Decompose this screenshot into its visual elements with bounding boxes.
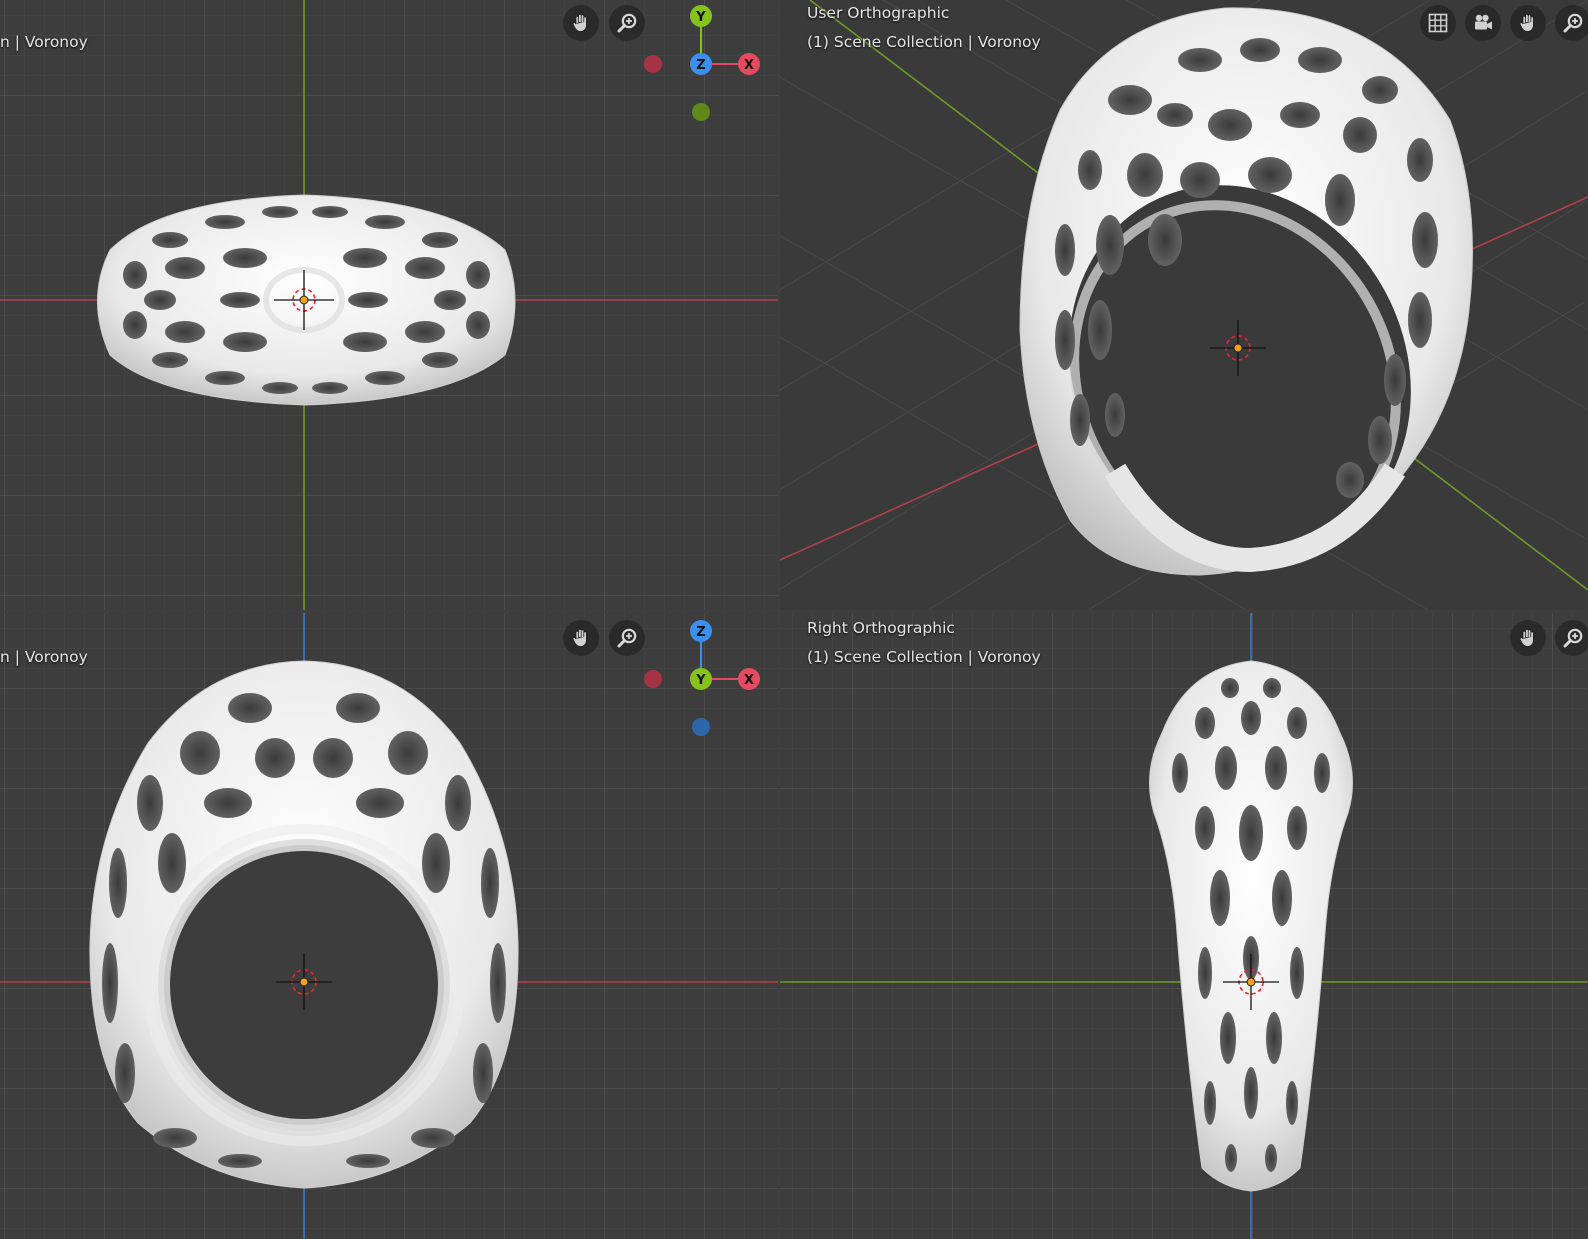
viewport-view-label: Right Orthographic xyxy=(807,619,955,637)
svg-text:Y: Y xyxy=(695,673,706,688)
navigation-gizmo[interactable]: Y Z X xyxy=(0,0,778,140)
viewport-view-label: User Orthographic xyxy=(807,4,950,22)
gizmo-z-axis[interactable]: Z xyxy=(690,620,712,642)
gizmo-neg-x[interactable] xyxy=(644,55,662,73)
gizmo-x-axis[interactable]: X xyxy=(738,53,760,75)
toggle-grid-button[interactable] xyxy=(1420,5,1456,41)
ring-mesh-side-view xyxy=(1149,660,1353,1192)
viewport-user-ortho[interactable]: User Orthographic (1) Scene Collection |… xyxy=(780,0,1588,610)
hand-icon xyxy=(1519,13,1534,32)
viewport-front[interactable]: n | Voronoy Z Y X xyxy=(0,613,778,1239)
viewport-top[interactable]: n | Voronoy Y Z X xyxy=(0,0,778,610)
magnifier-plus-icon xyxy=(1563,13,1583,33)
gizmo-z-axis[interactable]: Z xyxy=(690,53,712,75)
hand-icon xyxy=(1519,628,1534,647)
ring-mesh-perspective-view xyxy=(1019,7,1473,576)
svg-text:Y: Y xyxy=(695,10,706,25)
viewport-right-ortho[interactable]: Right Orthographic (1) Scene Collection … xyxy=(780,613,1588,1239)
pan-view-button[interactable] xyxy=(1510,5,1546,41)
gizmo-x-axis[interactable]: X xyxy=(738,668,760,690)
svg-text:X: X xyxy=(744,58,754,73)
svg-text:X: X xyxy=(744,673,754,688)
gizmo-y-axis[interactable]: Y xyxy=(690,5,712,27)
magnifier-plus-icon xyxy=(1563,628,1583,648)
viewport-collection-label: (1) Scene Collection | Voronoy xyxy=(807,648,1041,666)
navigation-gizmo[interactable]: Z Y X xyxy=(0,613,778,753)
camera-view-button[interactable] xyxy=(1465,5,1501,41)
viewport-user-scene xyxy=(780,0,1588,610)
gizmo-neg-x[interactable] xyxy=(644,670,662,688)
viewport-collection-label: (1) Scene Collection | Voronoy xyxy=(807,33,1041,51)
grid-icon xyxy=(1428,13,1448,33)
svg-text:Z: Z xyxy=(696,625,705,640)
svg-text:Z: Z xyxy=(696,58,705,73)
camera-icon xyxy=(1475,14,1492,30)
viewport-right-scene xyxy=(780,613,1588,1239)
gizmo-y-axis[interactable]: Y xyxy=(690,668,712,690)
pan-view-button[interactable] xyxy=(1510,620,1546,656)
zoom-view-button[interactable] xyxy=(1555,620,1588,656)
gizmo-neg-y[interactable] xyxy=(692,103,710,121)
zoom-view-button[interactable] xyxy=(1555,5,1588,41)
gizmo-neg-z[interactable] xyxy=(692,718,710,736)
